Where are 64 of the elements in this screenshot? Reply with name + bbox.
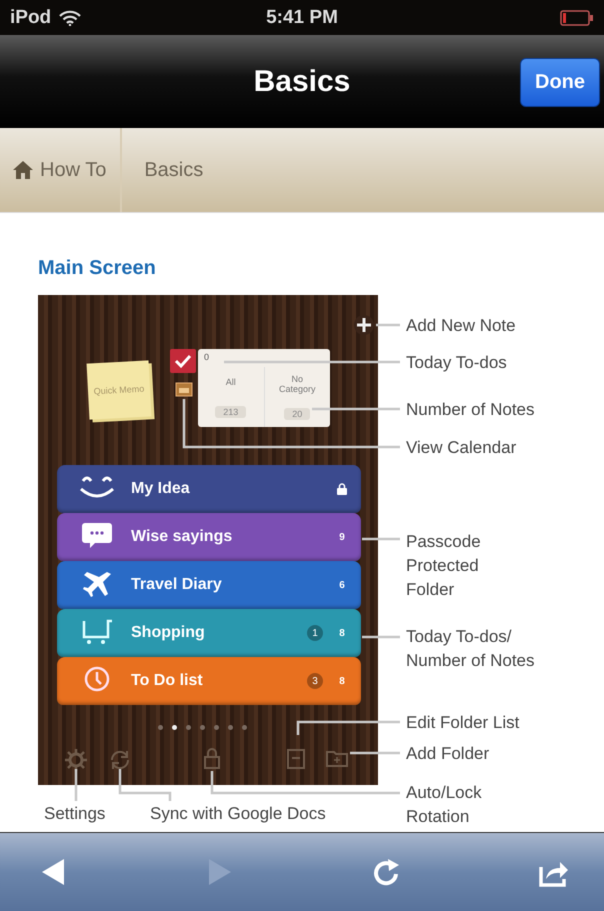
page-dot[interactable] bbox=[172, 725, 177, 730]
todo-count: 0 bbox=[204, 352, 210, 364]
leader-line bbox=[74, 769, 78, 801]
folder-item[interactable]: To Do list 3 8 bbox=[57, 657, 361, 705]
folder-name: Wise sayings bbox=[131, 528, 234, 546]
callout-label: Number of Notes bbox=[406, 399, 536, 421]
category-label: All bbox=[224, 376, 237, 386]
callout-label: Today To-dos bbox=[406, 352, 508, 374]
status-time: 5:41 PM bbox=[266, 6, 338, 28]
folder-name: My Idea bbox=[131, 480, 191, 498]
battery-icon bbox=[560, 10, 594, 26]
page-dot[interactable] bbox=[214, 725, 219, 730]
callout-label: Add New Note bbox=[406, 315, 517, 337]
callout-label: Settings bbox=[44, 803, 106, 825]
todo-badge: 3 bbox=[307, 673, 323, 689]
folder-name: Travel Diary bbox=[131, 576, 223, 594]
leader-line bbox=[362, 636, 400, 638]
home-icon bbox=[12, 160, 34, 180]
leader-line bbox=[362, 538, 400, 540]
category-label: No Category bbox=[278, 374, 317, 394]
callout-label: Edit Folder List bbox=[406, 712, 520, 734]
callout-label: Today To-dos/ Number of Notes bbox=[406, 626, 536, 672]
callout-label: View Calendar bbox=[406, 437, 518, 459]
page-dot[interactable] bbox=[158, 725, 163, 730]
folder-item[interactable]: My Idea bbox=[57, 465, 361, 513]
page-dot[interactable] bbox=[228, 725, 233, 730]
note-count: 9 bbox=[338, 532, 346, 542]
breadcrumb-link[interactable]: Basics bbox=[122, 128, 218, 212]
wifi-icon bbox=[59, 10, 82, 26]
gear-icon bbox=[64, 748, 88, 772]
folder-name: To Do list bbox=[131, 672, 204, 690]
folder-item[interactable]: Wise sayings 9 bbox=[57, 513, 361, 561]
add-icon bbox=[353, 314, 375, 336]
folder-item[interactable]: Shopping 1 8 bbox=[57, 609, 361, 657]
note-count: 213 bbox=[215, 406, 246, 418]
folder-item[interactable]: Travel Diary 6 bbox=[57, 561, 361, 609]
nav-title: Basics bbox=[254, 64, 350, 98]
page-dot[interactable] bbox=[186, 725, 191, 730]
note-count: 6 bbox=[338, 580, 346, 590]
edit-list-icon bbox=[286, 748, 306, 770]
leader-line bbox=[118, 769, 172, 801]
section-heading: Main Screen bbox=[38, 257, 157, 281]
callout-label: Add Folder bbox=[406, 743, 490, 765]
sync-icon bbox=[108, 748, 132, 772]
leader-line bbox=[350, 752, 400, 754]
page-dot[interactable] bbox=[200, 725, 205, 730]
calendar-icon bbox=[175, 381, 193, 397]
add-folder-icon bbox=[325, 748, 349, 768]
todo-badge: 1 bbox=[307, 625, 323, 641]
carrier-name: iPod bbox=[10, 6, 52, 28]
note-count: 8 bbox=[338, 676, 346, 686]
note-count: 20 bbox=[284, 408, 310, 420]
rotation-lock-icon bbox=[202, 748, 222, 770]
folder-name: Shopping bbox=[131, 624, 206, 642]
leader-line bbox=[376, 324, 400, 326]
checkmark-icon bbox=[170, 349, 196, 373]
callout-label: Sync with Google Docs bbox=[150, 803, 327, 825]
sticky-note: Quick Memo bbox=[86, 360, 152, 420]
done-button[interactable]: Done bbox=[520, 58, 600, 107]
note-count: 8 bbox=[338, 628, 346, 638]
callout-label: Auto/Lock Rotation bbox=[406, 782, 483, 828]
page-dot[interactable] bbox=[242, 725, 247, 730]
breadcrumb-link[interactable]: How To bbox=[0, 128, 122, 212]
callout-label: Passcode Protected Folder bbox=[406, 531, 482, 601]
